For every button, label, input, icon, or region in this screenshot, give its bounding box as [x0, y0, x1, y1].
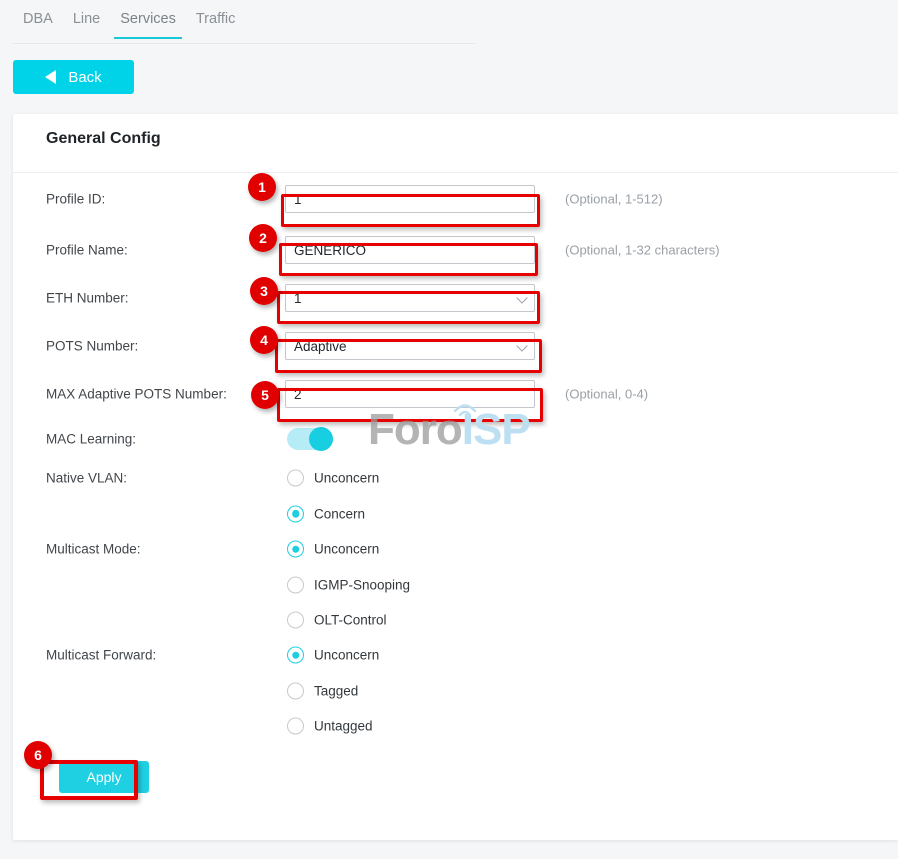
max-adaptive-pots-input[interactable] [285, 380, 535, 408]
eth-number-control: 1 [285, 284, 535, 312]
radio-selected-icon [287, 647, 304, 664]
multicast-forward-option-unconcern-label: Unconcern [314, 648, 379, 663]
eth-number-label: ETH Number: [46, 291, 129, 306]
multicast-forward-option-tagged-label: Tagged [314, 683, 358, 698]
tab-bar: DBA Line Services Traffic [13, 6, 475, 44]
row-multicast-forward-tagged: Tagged [13, 673, 898, 708]
profile-name-label: Profile Name: [46, 243, 128, 258]
eth-number-select[interactable]: 1 [285, 284, 535, 312]
multicast-mode-option-olt-control[interactable]: OLT-Control [287, 611, 387, 628]
page-title: General Config [46, 130, 161, 148]
multicast-forward-option-untagged-label: Untagged [314, 718, 373, 733]
row-eth-number: ETH Number: 1 [13, 274, 898, 322]
row-native-vlan-concern: Concern [13, 496, 898, 531]
profile-name-hint: (Optional, 1-32 characters) [565, 243, 720, 258]
row-mac-learning: MAC Learning: [13, 418, 898, 460]
multicast-mode-option-unconcern-label: Unconcern [314, 542, 379, 557]
native-vlan-label: Native VLAN: [46, 471, 127, 486]
row-multicast-mode-igmp: IGMP-Snooping [13, 567, 898, 602]
radio-selected-icon [287, 505, 304, 522]
triangle-left-icon [45, 70, 56, 84]
mac-learning-label: MAC Learning: [46, 432, 136, 447]
multicast-forward-option-untagged[interactable]: Untagged [287, 717, 373, 734]
max-adaptive-pots-label: MAX Adaptive POTS Number: [46, 387, 227, 402]
mac-learning-control [287, 428, 333, 450]
row-multicast-mode-olt: OLT-Control [13, 602, 898, 637]
row-profile-id: Profile ID: (Optional, 1-512) [13, 172, 898, 226]
multicast-mode-label: Multicast Mode: [46, 542, 141, 557]
row-max-adaptive-pots: MAX Adaptive POTS Number: (Optional, 0-4… [13, 370, 898, 418]
tab-traffic-label: Traffic [196, 11, 235, 27]
multicast-forward-option-unconcern[interactable]: Unconcern [287, 647, 379, 664]
general-config-form: Profile ID: (Optional, 1-512) Profile Na… [13, 172, 898, 803]
profile-id-input[interactable] [285, 185, 535, 213]
profile-name-input[interactable] [285, 236, 535, 264]
multicast-forward-option-tagged[interactable]: Tagged [287, 682, 358, 699]
pots-number-select[interactable]: Adaptive [285, 332, 535, 360]
max-adaptive-pots-control [285, 380, 535, 408]
pots-number-control: Adaptive [285, 332, 535, 360]
row-profile-name: Profile Name: (Optional, 1-32 characters… [13, 226, 898, 274]
radio-icon [287, 682, 304, 699]
back-button[interactable]: Back [13, 60, 134, 94]
multicast-mode-option-olt-control-label: OLT-Control [314, 612, 387, 627]
apply-button[interactable]: Apply [59, 761, 149, 793]
profile-id-control [285, 185, 535, 213]
row-multicast-forward: Multicast Forward: Unconcern [13, 637, 898, 673]
native-vlan-option-unconcern-label: Unconcern [314, 471, 379, 486]
multicast-mode-option-igmp-snooping[interactable]: IGMP-Snooping [287, 576, 410, 593]
back-button-label: Back [68, 69, 101, 86]
tab-line[interactable]: Line [63, 6, 110, 38]
mac-learning-toggle[interactable] [287, 428, 333, 450]
profile-id-hint: (Optional, 1-512) [565, 192, 663, 207]
native-vlan-option-unconcern[interactable]: Unconcern [287, 470, 379, 487]
multicast-mode-option-unconcern[interactable]: Unconcern [287, 541, 379, 558]
radio-icon [287, 576, 304, 593]
toggle-knob [309, 427, 333, 451]
pots-number-label: POTS Number: [46, 339, 138, 354]
tab-traffic[interactable]: Traffic [186, 6, 245, 38]
radio-icon [287, 470, 304, 487]
row-pots-number: POTS Number: Adaptive [13, 322, 898, 370]
tab-services-label: Services [120, 11, 176, 27]
multicast-mode-option-igmp-snooping-label: IGMP-Snooping [314, 577, 410, 592]
row-multicast-forward-untagged: Untagged [13, 708, 898, 743]
tab-dba-label: DBA [23, 11, 53, 27]
radio-icon [287, 611, 304, 628]
max-adaptive-pots-hint: (Optional, 0-4) [565, 387, 648, 402]
profile-id-label: Profile ID: [46, 192, 105, 207]
multicast-forward-label: Multicast Forward: [46, 648, 156, 663]
tab-line-label: Line [73, 11, 100, 27]
native-vlan-option-concern-label: Concern [314, 506, 365, 521]
radio-icon [287, 717, 304, 734]
row-multicast-mode: Multicast Mode: Unconcern [13, 531, 898, 567]
tab-services[interactable]: Services [110, 6, 186, 38]
row-apply: Apply [13, 743, 898, 803]
tab-dba[interactable]: DBA [13, 6, 63, 38]
native-vlan-option-concern[interactable]: Concern [287, 505, 365, 522]
general-config-card: General Config Profile ID: (Optional, 1-… [13, 114, 898, 840]
row-native-vlan: Native VLAN: Unconcern [13, 460, 898, 496]
profile-name-control [285, 236, 535, 264]
radio-selected-icon [287, 541, 304, 558]
